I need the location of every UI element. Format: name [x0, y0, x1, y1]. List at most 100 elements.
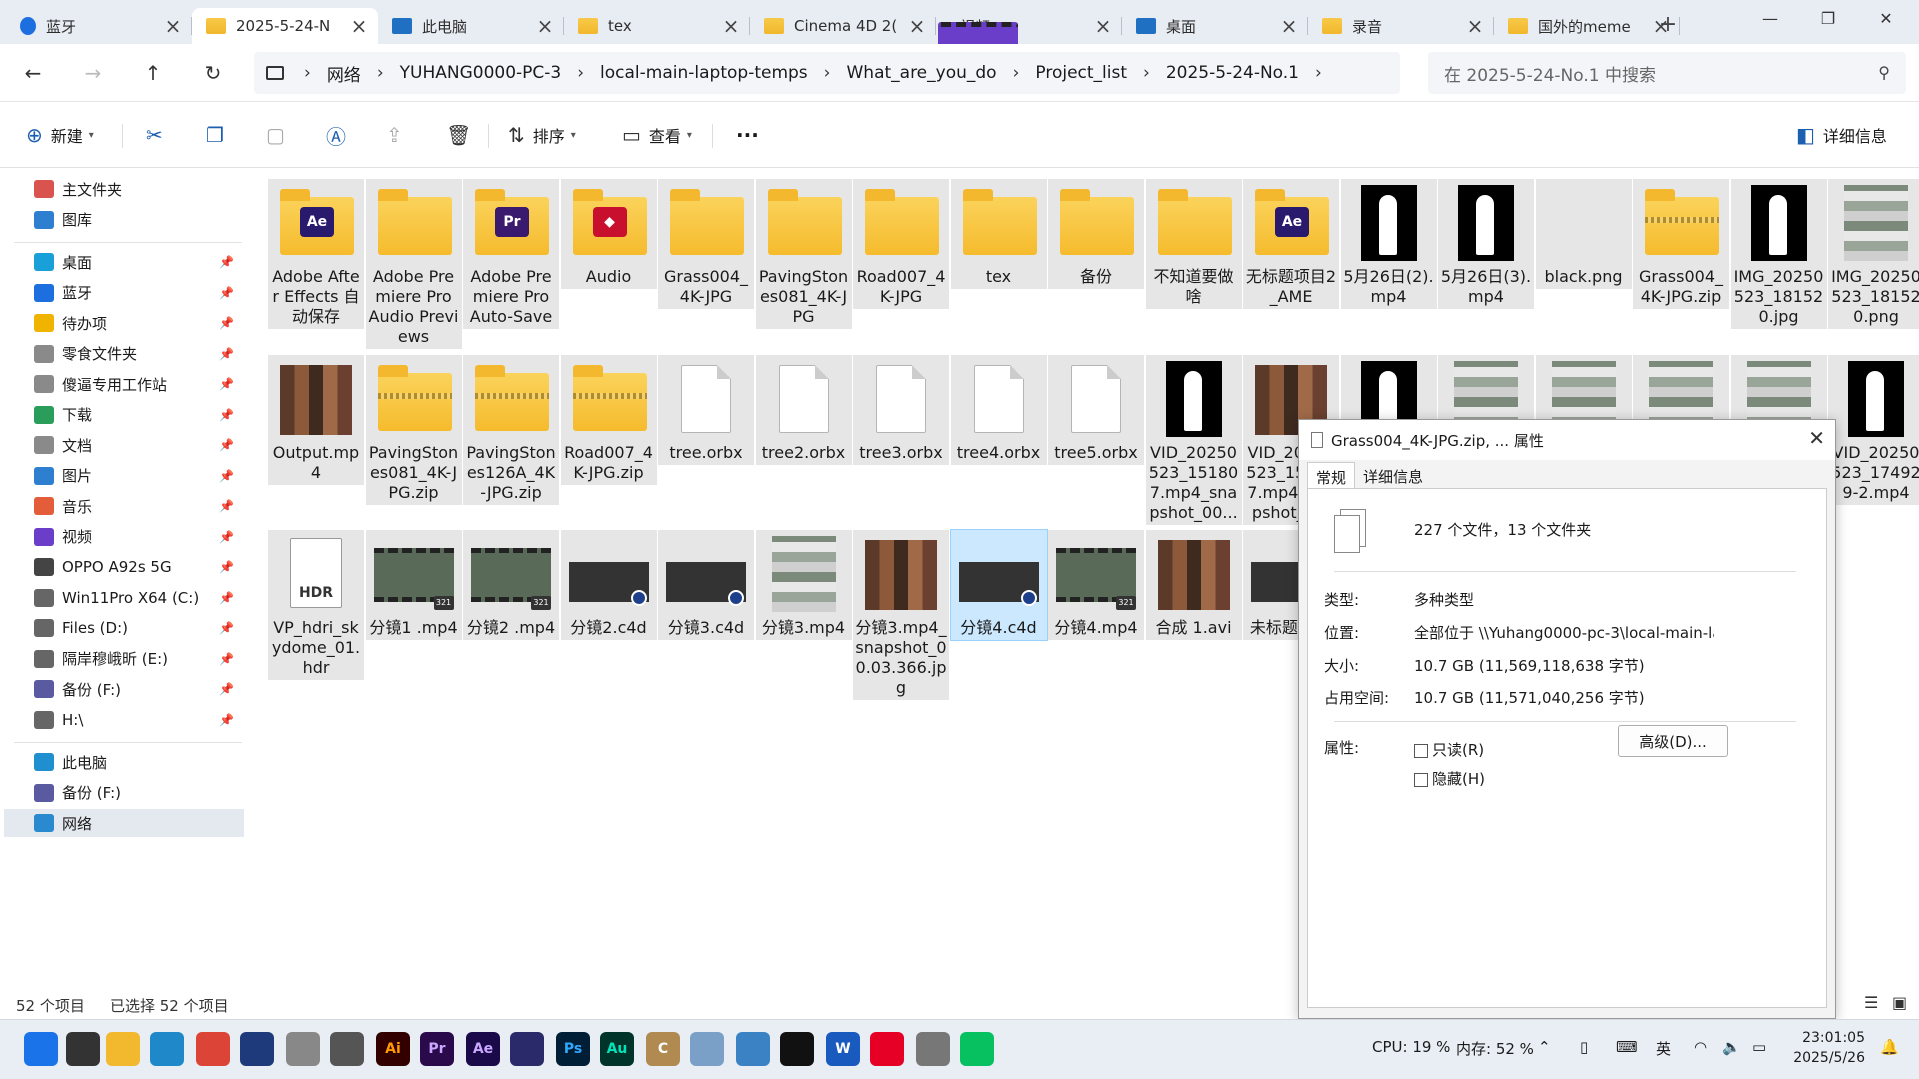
after-effects-icon[interactable]: Ae	[466, 1032, 500, 1066]
sidebar-item[interactable]: 图片 📌	[4, 462, 244, 490]
chrome-icon[interactable]	[196, 1032, 230, 1066]
search-input[interactable]: 在 2025-5-24-No.1 中搜索 ⚲	[1428, 52, 1906, 94]
pin-icon[interactable]: 📌	[219, 469, 234, 483]
file-item[interactable]: 分镜2.c4d	[560, 530, 657, 640]
breadcrumb-item[interactable]: YUHANG0000-PC-3	[400, 63, 562, 83]
start-icon[interactable]	[24, 1032, 58, 1066]
chevron-right-icon[interactable]: ›	[304, 63, 311, 83]
file-item[interactable]: ◆ Audio	[560, 179, 657, 289]
pin-icon[interactable]: 📌	[219, 286, 234, 300]
sidebar-item[interactable]: 下载 📌	[4, 401, 244, 429]
pin-icon[interactable]: 📌	[219, 652, 234, 666]
tab-5[interactable]: 视频×	[936, 8, 1122, 76]
audition-icon[interactable]: Au	[600, 1032, 634, 1066]
close-icon[interactable]: ×	[1094, 14, 1112, 38]
delete-button[interactable]: 🗑	[446, 120, 479, 150]
chevron-right-icon[interactable]: ›	[1013, 63, 1020, 83]
restore-button[interactable]: ❐	[1804, 0, 1852, 36]
back-button[interactable]: ←	[16, 56, 50, 90]
file-item[interactable]: 5月26日(3).mp4	[1438, 179, 1534, 309]
tab-4[interactable]: Cinema 4D 2(×	[750, 8, 936, 44]
netease-music-icon[interactable]	[870, 1032, 904, 1066]
file-item[interactable]: PavingStones081_4K-JPG.zip	[365, 355, 462, 505]
cut-button[interactable]: ✂	[146, 120, 171, 150]
photos-icon[interactable]	[736, 1032, 770, 1066]
pin-icon[interactable]: 📌	[219, 255, 234, 269]
hidden-checkbox[interactable]: 隐藏(H)	[1414, 768, 1485, 789]
new-button[interactable]: ⊕ 新建 ▾	[26, 120, 94, 150]
breadcrumb-item[interactable]: 2025-5-24-No.1	[1166, 63, 1299, 83]
pin-icon[interactable]: 📌	[219, 316, 234, 330]
sidebar-item[interactable]: 待办项 📌	[4, 309, 244, 337]
volume-icon[interactable]: 🔈	[1722, 1038, 1741, 1056]
close-icon[interactable]: ×	[164, 14, 182, 38]
close-icon[interactable]: ×	[1466, 14, 1484, 38]
sidebar-item[interactable]: 此电脑	[4, 748, 244, 776]
wifi-icon[interactable]: ◠	[1694, 1038, 1707, 1056]
keyboard-icon[interactable]: ⌨	[1616, 1038, 1638, 1056]
tab-3[interactable]: tex ×	[564, 8, 750, 44]
sidebar-item[interactable]: 傻逼专用工作站 📌	[4, 370, 244, 398]
grid-view-icon[interactable]: ▣	[1892, 993, 1907, 1012]
battery-icon[interactable]: ▭	[1752, 1038, 1766, 1056]
tab-6[interactable]: 桌面 ×	[1122, 8, 1308, 44]
sidebar-item[interactable]: 视频 📌	[4, 523, 244, 551]
forward-button[interactable]: →	[76, 56, 110, 90]
file-item[interactable]: Grass004_4K-JPG.zip	[1633, 179, 1729, 309]
sidebar-item[interactable]: 主文件夹	[4, 175, 244, 203]
microphone-icon[interactable]	[916, 1032, 950, 1066]
file-item[interactable]: PavingStones126A_4K-JPG.zip	[463, 355, 559, 505]
edge-icon[interactable]	[150, 1032, 184, 1066]
close-icon[interactable]: ×	[536, 14, 554, 38]
sidebar-item[interactable]: 音乐 📌	[4, 492, 244, 520]
sidebar-item[interactable]: 文档 📌	[4, 431, 244, 459]
close-icon[interactable]: ×	[908, 14, 926, 38]
dialog-title-bar[interactable]: Grass004_4K-JPG.zip, ... 属性 ✕	[1299, 420, 1835, 460]
photoshop-icon[interactable]: Ps	[556, 1032, 590, 1066]
view-button[interactable]: ▭ 查看 ▾	[622, 120, 692, 150]
breadcrumb-item[interactable]: 网络	[327, 61, 361, 86]
file-item[interactable]: Grass004_4K-JPG	[658, 179, 754, 309]
chevron-up-icon[interactable]: ⌃	[1538, 1038, 1551, 1056]
twitch-icon[interactable]	[330, 1032, 364, 1066]
sidebar-item[interactable]: Win11Pro X64 (C:) 📌	[4, 584, 244, 612]
chevron-right-icon[interactable]: ›	[1315, 63, 1322, 83]
file-item[interactable]: Output.mp4	[268, 355, 364, 485]
readonly-checkbox[interactable]: 只读(R)	[1414, 739, 1484, 760]
more-button[interactable]: ···	[736, 120, 759, 150]
copy-button[interactable]: ❐	[206, 120, 232, 150]
file-item[interactable]: tree.orbx	[658, 355, 754, 465]
pin-icon[interactable]: 📌	[219, 347, 234, 361]
chevron-right-icon[interactable]: ›	[1143, 63, 1150, 83]
details-pane-button[interactable]: ◧ 详细信息	[1796, 120, 1887, 150]
file-item[interactable]: 321 分镜4.mp4	[1048, 530, 1144, 640]
clock[interactable]: 23:01:05 2025/5/26	[1793, 1028, 1865, 1068]
blender-icon[interactable]	[510, 1032, 544, 1066]
sidebar-item[interactable]: OPPO A92s 5G 📌	[4, 553, 244, 581]
refresh-button[interactable]: ↻	[196, 56, 230, 90]
task-view-icon[interactable]	[66, 1032, 100, 1066]
close-icon[interactable]: ✕	[1808, 426, 1825, 450]
sidebar-item[interactable]: 蓝牙 📌	[4, 279, 244, 307]
breadcrumb-item[interactable]: What_are_you_do	[846, 63, 996, 83]
advanced-button[interactable]: 高级(D)...	[1618, 725, 1728, 757]
tab-1[interactable]: 2025-5-24-N ×	[192, 8, 378, 44]
chevron-right-icon[interactable]: ›	[577, 63, 584, 83]
pin-icon[interactable]: 📌	[219, 438, 234, 452]
file-item[interactable]: 分镜3.c4d	[658, 530, 754, 640]
illustrator-icon[interactable]: Ai	[376, 1032, 410, 1066]
file-item[interactable]: 合成 1.avi	[1145, 530, 1242, 640]
pin-icon[interactable]: 📌	[219, 591, 234, 605]
terminal-icon[interactable]	[780, 1032, 814, 1066]
tab-0[interactable]: 蓝牙 ×	[6, 8, 192, 44]
file-item[interactable]: Pr Adobe Premiere Pro Auto-Save	[463, 179, 559, 329]
sidebar-item[interactable]: 网络	[4, 809, 244, 837]
up-button[interactable]: ↑	[136, 56, 170, 90]
sidebar-item[interactable]: H:\ 📌	[4, 706, 244, 734]
file-item[interactable]: 5月26日(2).mp4	[1340, 179, 1437, 309]
file-item[interactable]: Ae 无标题项目2_AME	[1243, 179, 1339, 309]
sidebar-item[interactable]: 备份 (F:) 📌	[4, 675, 244, 703]
file-item[interactable]: IMG_20250523_181520.jpg	[1730, 179, 1827, 329]
list-view-icon[interactable]: ☰	[1864, 993, 1878, 1012]
file-item[interactable]: tex	[950, 179, 1047, 289]
